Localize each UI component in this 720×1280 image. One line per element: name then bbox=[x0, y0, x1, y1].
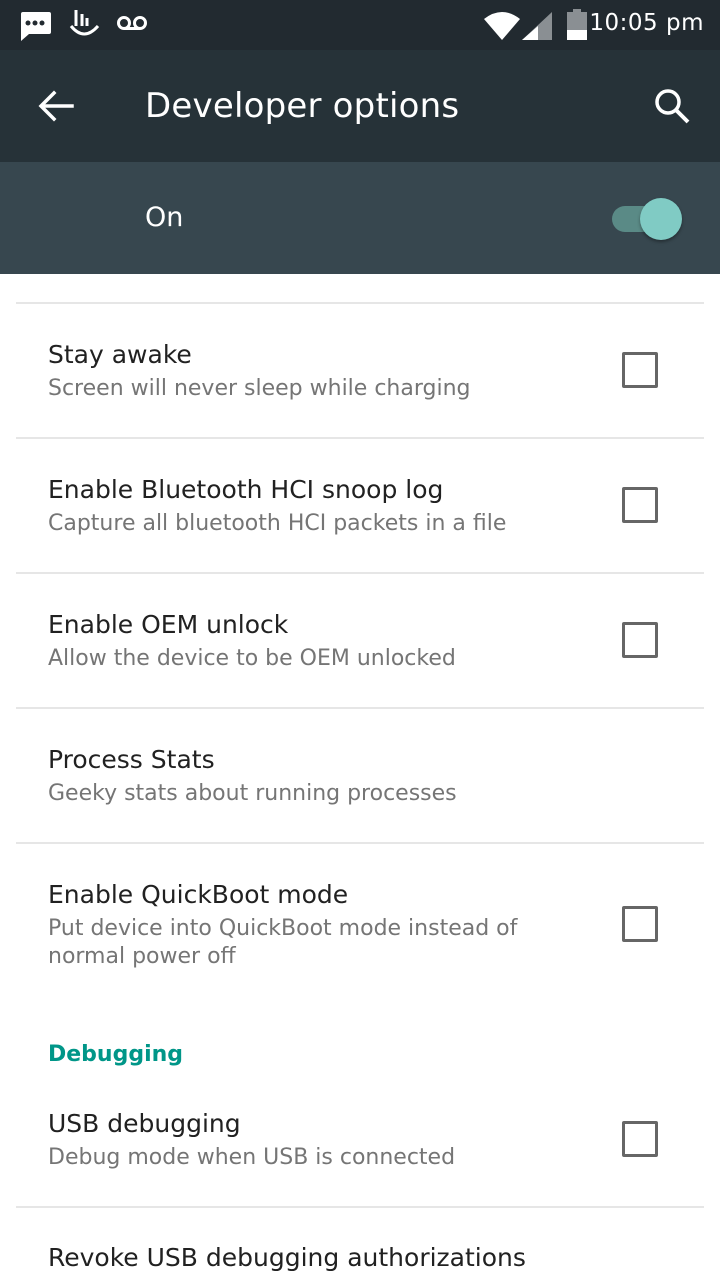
item-subtitle: Allow the device to be OEM unlocked bbox=[48, 646, 456, 671]
item-title: Revoke USB debugging authorizations bbox=[48, 1243, 526, 1272]
list-item-usb-debugging[interactable]: USB debugging Debug mode when USB is con… bbox=[0, 1074, 720, 1206]
item-title: USB debugging bbox=[48, 1109, 241, 1138]
voicemail-icon bbox=[117, 16, 147, 30]
item-title: Process Stats bbox=[48, 745, 215, 774]
search-icon bbox=[655, 89, 690, 124]
status-bar: 10:05 pm bbox=[0, 0, 720, 50]
master-toggle-switch[interactable] bbox=[610, 198, 684, 240]
arrow-back-icon bbox=[38, 90, 74, 122]
item-title: Enable OEM unlock bbox=[48, 610, 289, 639]
item-subtitle: Geeky stats about running processes bbox=[48, 781, 457, 806]
section-header-debugging: Debugging bbox=[48, 1042, 184, 1067]
switch-thumb bbox=[640, 198, 682, 240]
oem-unlock-checkbox[interactable] bbox=[622, 622, 658, 658]
status-time: 10:05 pm bbox=[589, 10, 704, 36]
stay-awake-checkbox[interactable] bbox=[622, 352, 658, 388]
master-switch-bar[interactable]: On bbox=[0, 162, 720, 274]
item-subtitle: Capture all bluetooth HCI packets in a f… bbox=[48, 511, 507, 536]
signal-icon bbox=[522, 12, 552, 40]
list-item-quickboot[interactable]: Enable QuickBoot mode Put device into Qu… bbox=[0, 844, 720, 1004]
search-button[interactable] bbox=[642, 76, 702, 136]
back-button[interactable] bbox=[26, 76, 86, 136]
touchpal-icon bbox=[69, 10, 100, 36]
item-title: Enable QuickBoot mode bbox=[48, 880, 349, 909]
master-switch-label: On bbox=[145, 202, 184, 233]
battery-icon bbox=[567, 9, 587, 40]
list-item-process-stats[interactable]: Process Stats Geeky stats about running … bbox=[0, 709, 720, 842]
quickboot-checkbox[interactable] bbox=[622, 906, 658, 942]
list-item-oem-unlock[interactable]: Enable OEM unlock Allow the device to be… bbox=[0, 574, 720, 707]
item-subtitle: Put device into QuickBoot mode instead o… bbox=[48, 916, 518, 969]
item-subtitle: Screen will never sleep while charging bbox=[48, 376, 471, 401]
list-item-stay-awake[interactable]: Stay awake Screen will never sleep while… bbox=[0, 304, 720, 437]
bluetooth-hci-checkbox[interactable] bbox=[622, 487, 658, 523]
list-item-revoke-usb[interactable]: Revoke USB debugging authorizations bbox=[0, 1208, 720, 1280]
app-bar: Developer options bbox=[0, 50, 720, 162]
wifi-icon bbox=[484, 12, 520, 40]
item-title: Enable Bluetooth HCI snoop log bbox=[48, 475, 444, 504]
message-icon bbox=[21, 12, 51, 41]
item-subtitle: Debug mode when USB is connected bbox=[48, 1145, 456, 1170]
list-item-bluetooth-hci[interactable]: Enable Bluetooth HCI snoop log Capture a… bbox=[0, 439, 720, 572]
item-title: Stay awake bbox=[48, 340, 192, 369]
usb-debugging-checkbox[interactable] bbox=[622, 1121, 658, 1157]
page-title: Developer options bbox=[145, 86, 460, 126]
